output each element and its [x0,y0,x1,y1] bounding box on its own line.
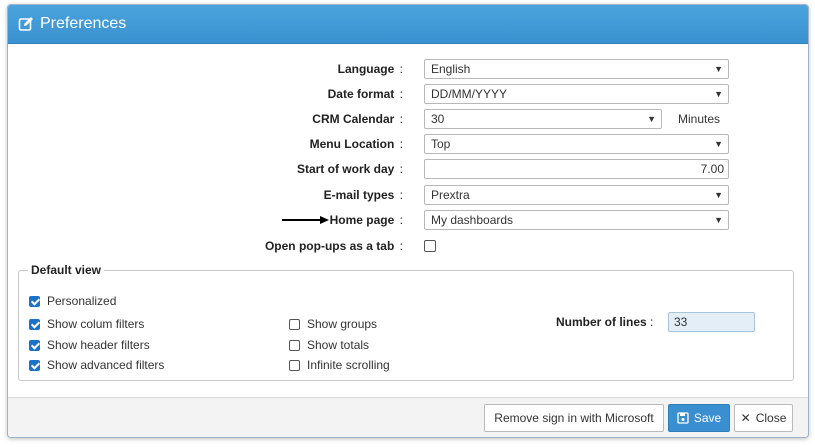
show-column-filters-checkbox[interactable] [29,318,40,330]
number-of-lines-input[interactable]: 33 [668,312,755,332]
home-page-value: My dashboards [431,212,514,227]
start-of-work-day-input[interactable]: 7.00 [424,158,729,179]
home-page-row: Home page : My dashboards ▼ [8,209,808,230]
show-totals-option[interactable]: Show totals [289,338,369,352]
number-of-lines-value: 33 [674,315,688,329]
save-button[interactable]: Save [668,404,730,432]
preferences-dialog: Preferences Language : English ▼ Date fo… [7,4,809,438]
date-format-select[interactable]: DD/MM/YYYY ▼ [424,83,729,104]
show-header-filters-label: Show header filters [47,338,150,352]
menu-location-value: Top [431,136,451,151]
menu-location-row: Menu Location : Top ▼ [8,133,808,154]
infinite-scrolling-label: Infinite scrolling [307,358,390,372]
close-button[interactable]: ✕ Close [734,404,793,432]
caret-down-icon: ▼ [714,63,723,74]
colon: : [650,315,654,329]
show-advanced-filters-checkbox[interactable] [29,359,40,371]
date-format-value: DD/MM/YYYY [431,86,508,101]
email-types-row: E-mail types : Prextra ▼ [8,184,808,205]
colon: : [399,61,403,76]
caret-down-icon: ▼ [647,113,656,124]
edit-icon [18,17,33,31]
crm-calendar-row: CRM Calendar : 30 ▼ Minutes [8,108,808,129]
start-of-work-day-row: Start of work day : 7.00 [8,158,808,179]
colon: : [399,161,403,176]
home-page-label: Home page [329,212,395,227]
colon: : [399,238,403,253]
caret-down-icon: ▼ [714,189,723,200]
colon: : [399,111,403,126]
menu-location-label: Menu Location [309,136,395,151]
show-totals-label: Show totals [307,338,370,352]
home-page-select[interactable]: My dashboards ▼ [424,209,729,230]
caret-down-icon: ▼ [714,214,723,225]
menu-location-select[interactable]: Top ▼ [424,133,729,154]
language-row: Language : English ▼ [8,58,808,79]
crm-calendar-value: 30 [431,111,445,126]
date-format-label: Date format [327,86,395,101]
start-of-work-day-value: 7.00 [700,161,724,176]
save-label: Save [693,411,722,425]
show-column-filters-option[interactable]: Show colum filters [29,317,144,331]
default-view-legend: Default view [31,263,102,277]
open-popups-checkbox[interactable] [424,240,436,252]
start-of-work-day-label: Start of work day [296,161,395,176]
dialog-header: Preferences [8,5,808,44]
language-select[interactable]: English ▼ [424,58,729,79]
dialog-title: Preferences [40,15,127,32]
remove-sign-in-button[interactable]: Remove sign in with Microsoft [484,404,664,432]
number-of-lines-label: Number of lines [556,315,647,329]
crm-calendar-label: CRM Calendar [312,111,395,126]
caret-down-icon: ▼ [714,138,723,149]
colon: : [399,187,403,202]
colon: : [399,136,403,151]
crm-calendar-select[interactable]: 30 ▼ [424,108,662,129]
caret-down-icon: ▼ [714,88,723,99]
minutes-unit: Minutes [678,111,721,126]
language-label: Language [337,61,395,76]
show-groups-checkbox[interactable] [289,318,300,330]
personalized-checkbox[interactable] [29,295,40,307]
colon: : [399,86,403,101]
show-header-filters-option[interactable]: Show header filters [29,338,150,352]
show-advanced-filters-label: Show advanced filters [47,358,165,372]
infinite-scrolling-option[interactable]: Infinite scrolling [289,358,390,372]
personalized-label: Personalized [47,294,117,308]
email-types-label: E-mail types [323,187,395,202]
close-label: Close [755,411,787,425]
open-popups-row: Open pop-ups as a tab : [8,235,808,256]
email-types-select[interactable]: Prextra ▼ [424,184,729,205]
close-icon: ✕ [740,411,751,425]
show-groups-label: Show groups [307,317,378,331]
show-totals-checkbox[interactable] [289,339,300,351]
email-types-value: Prextra [431,187,470,202]
show-column-filters-label: Show colum filters [47,317,145,331]
colon: : [399,212,403,227]
remove-sign-in-label: Remove sign in with Microsoft [494,411,654,425]
open-popups-label: Open pop-ups as a tab [264,238,395,253]
personalized-option[interactable]: Personalized [29,294,116,308]
save-icon [677,412,689,424]
infinite-scrolling-checkbox[interactable] [289,359,300,371]
language-value: English [431,61,471,76]
show-groups-option[interactable]: Show groups [289,317,377,331]
date-format-row: Date format : DD/MM/YYYY ▼ [8,83,808,104]
show-header-filters-checkbox[interactable] [29,339,40,351]
dialog-footer: Remove sign in with Microsoft Save ✕ Clo… [8,397,808,437]
number-of-lines-row: Number of lines : [556,315,653,329]
show-advanced-filters-option[interactable]: Show advanced filters [29,358,164,372]
